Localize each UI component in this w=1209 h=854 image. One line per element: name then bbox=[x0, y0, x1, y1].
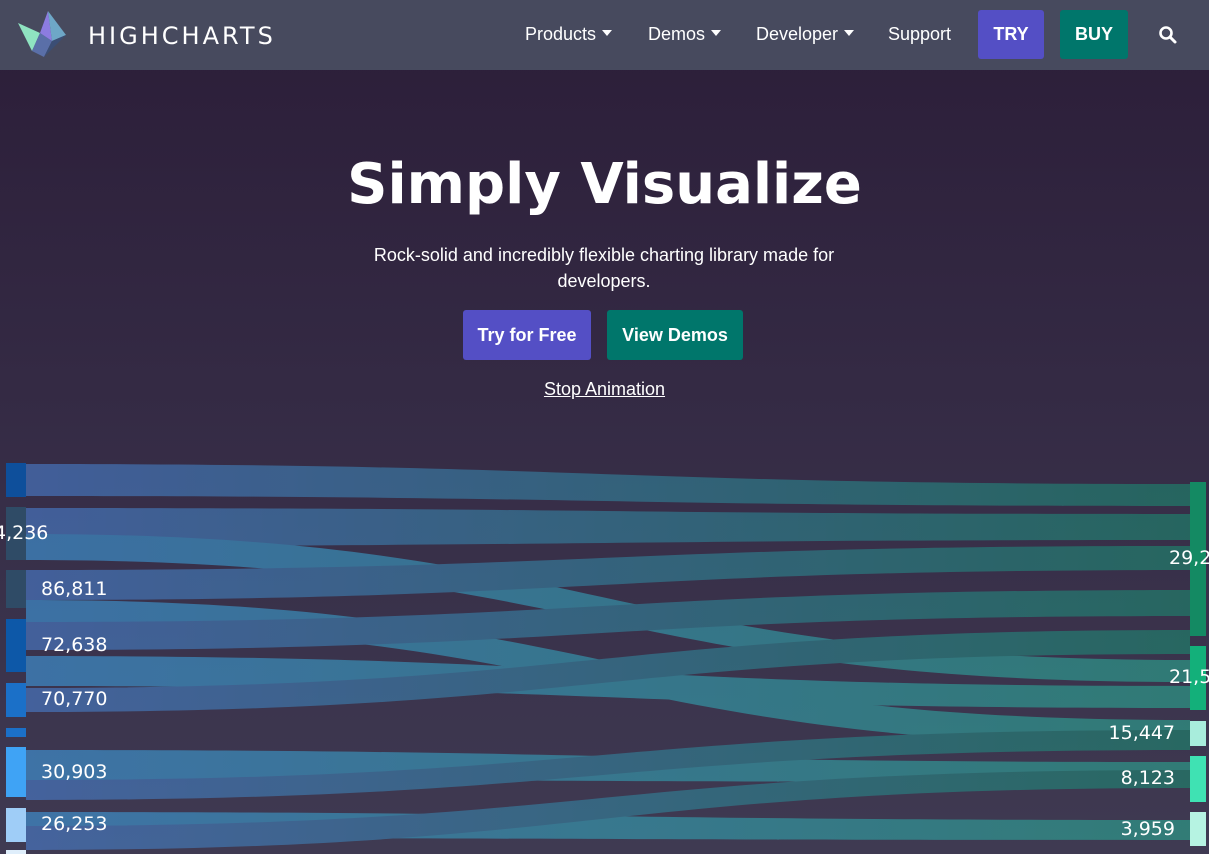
sankey-node-left bbox=[6, 619, 26, 672]
chevron-down-icon bbox=[711, 30, 722, 37]
sankey-label-left: 72,638 bbox=[41, 634, 107, 656]
try-for-free-button[interactable]: Try for Free bbox=[463, 310, 591, 360]
nav-developer-label: Developer bbox=[756, 24, 839, 44]
highcharts-logo-icon[interactable] bbox=[18, 11, 68, 59]
sankey-flow bbox=[26, 464, 1190, 506]
sankey-label-left: 4,236 bbox=[0, 522, 48, 544]
sankey-label-right: 8,123 bbox=[1121, 767, 1175, 789]
nav-products[interactable]: Products bbox=[525, 24, 613, 45]
sankey-node-left bbox=[6, 683, 26, 717]
search-icon[interactable] bbox=[1158, 25, 1178, 45]
sankey-node-left bbox=[6, 808, 26, 842]
sankey-chart: 4,236 86,811 72,638 70,770 30,903 26,253… bbox=[0, 463, 1209, 854]
sankey-label-right: 15,447 bbox=[1109, 722, 1175, 744]
hero-title: Simply Visualize bbox=[347, 152, 862, 217]
top-navigation-bar: HIGHCHARTS Products Demos Developer Supp… bbox=[0, 0, 1209, 70]
sankey-node-right bbox=[1190, 721, 1206, 746]
brand-name[interactable]: HIGHCHARTS bbox=[88, 22, 276, 50]
nav-support-label: Support bbox=[888, 24, 952, 44]
sankey-node-left bbox=[6, 570, 26, 608]
sankey-label-left: 86,811 bbox=[41, 578, 107, 600]
sankey-node-left bbox=[6, 747, 26, 797]
sankey-node-left bbox=[6, 850, 26, 854]
sankey-node-left bbox=[6, 728, 26, 737]
nav-demos-label: Demos bbox=[648, 24, 706, 44]
nav-demos[interactable]: Demos bbox=[648, 24, 722, 45]
sankey-node-right bbox=[1190, 812, 1206, 846]
sankey-node-left bbox=[6, 463, 26, 497]
stop-animation-link[interactable]: Stop Animation bbox=[0, 379, 1209, 400]
sankey-label-left: 26,253 bbox=[41, 813, 107, 835]
sankey-label-right: 21,5 bbox=[1169, 666, 1209, 688]
sankey-label-right: 29,2 bbox=[1169, 547, 1209, 569]
view-demos-button[interactable]: View Demos bbox=[607, 310, 743, 360]
nav-developer[interactable]: Developer bbox=[756, 24, 855, 45]
try-button[interactable]: TRY bbox=[978, 10, 1044, 59]
chevron-down-icon bbox=[844, 30, 855, 37]
buy-button[interactable]: BUY bbox=[1060, 10, 1128, 59]
sankey-node-right bbox=[1190, 756, 1206, 802]
sankey-label-left: 70,770 bbox=[41, 688, 107, 710]
nav-products-label: Products bbox=[525, 24, 597, 44]
hero-subtitle: Rock-solid and incredibly flexible chart… bbox=[373, 245, 835, 291]
sankey-label-right: 3,959 bbox=[1121, 818, 1175, 840]
chevron-down-icon bbox=[602, 30, 613, 37]
sankey-label-left: 30,903 bbox=[41, 761, 107, 783]
sankey-flows bbox=[26, 464, 1190, 850]
nav-support[interactable]: Support bbox=[888, 24, 951, 45]
